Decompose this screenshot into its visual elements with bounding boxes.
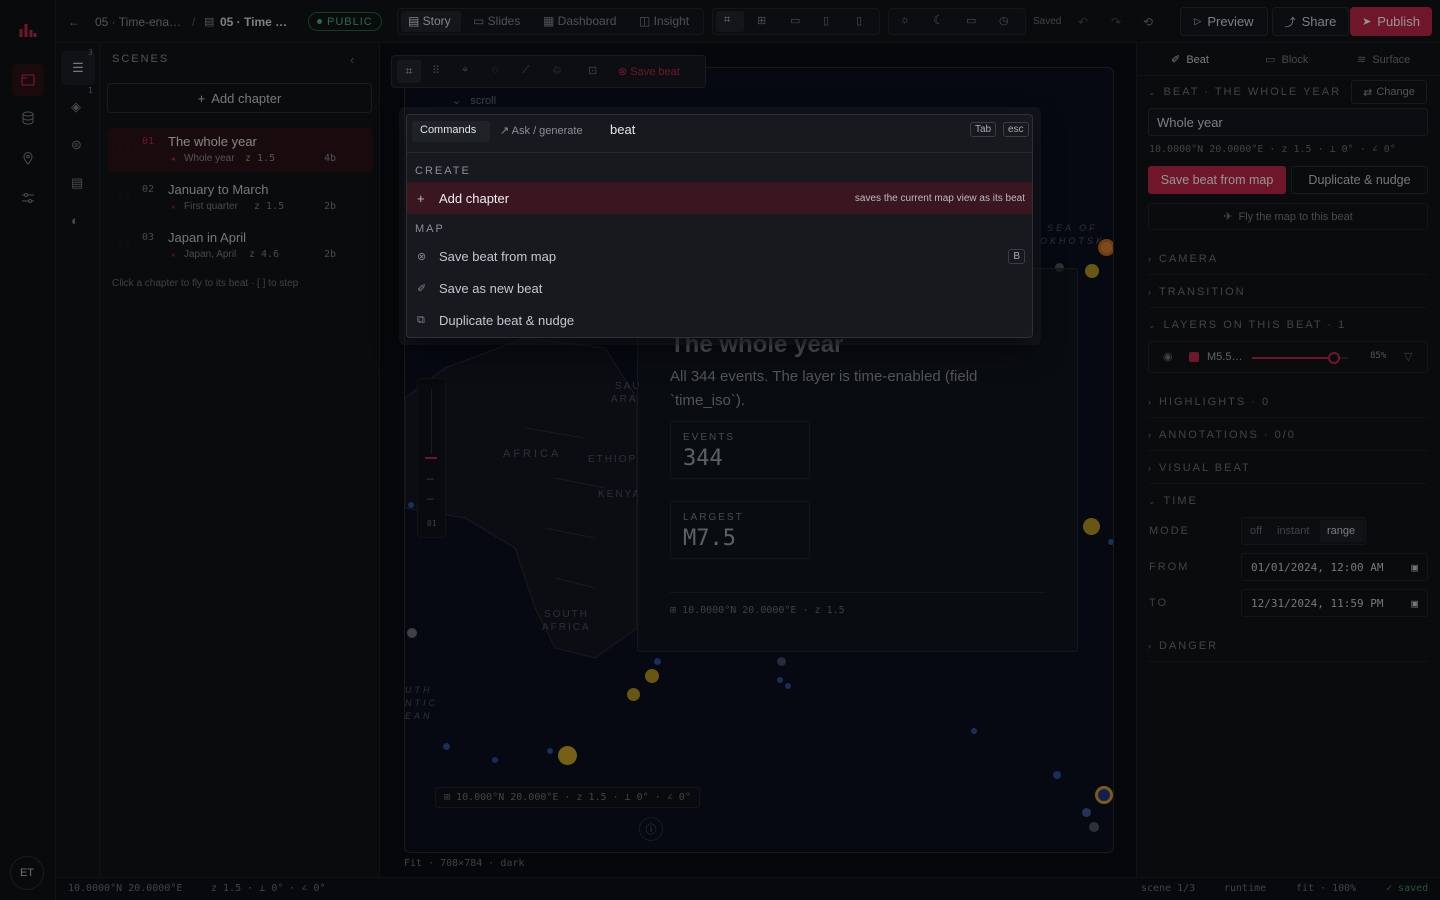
palette-search-input[interactable]: beat [610, 122, 635, 137]
palette-tab-commands[interactable]: Commands [420, 124, 476, 136]
palette-item-save-beat[interactable]: ⊗ Save beat from map B [407, 240, 1032, 272]
duplicate-icon: ⧉ [417, 313, 425, 326]
palette-group-map: MAP [415, 223, 445, 235]
kbd-tab: Tab [970, 122, 997, 137]
command-palette: Commands ↗ Ask / generate beat Tab esc C… [406, 114, 1033, 338]
kbd-b: B [1008, 248, 1025, 264]
plus-icon: + [417, 190, 425, 206]
save-beat-icon: ⊗ [417, 250, 427, 263]
palette-item-duplicate[interactable]: ⧉ Duplicate beat & nudge [407, 304, 1032, 336]
kbd-esc[interactable]: esc [1003, 122, 1029, 137]
palette-group-create: CREATE [415, 165, 471, 177]
palette-item-save-new[interactable]: ✐ Save as new beat [407, 272, 1032, 304]
palette-item-hint: saves the current map view as its beat [854, 192, 1025, 204]
new-beat-icon: ✐ [417, 282, 427, 295]
palette-item-add-chapter[interactable]: + Add chapter saves the current map view… [407, 182, 1032, 214]
palette-tab-ask[interactable]: ↗ Ask / generate [500, 124, 583, 137]
